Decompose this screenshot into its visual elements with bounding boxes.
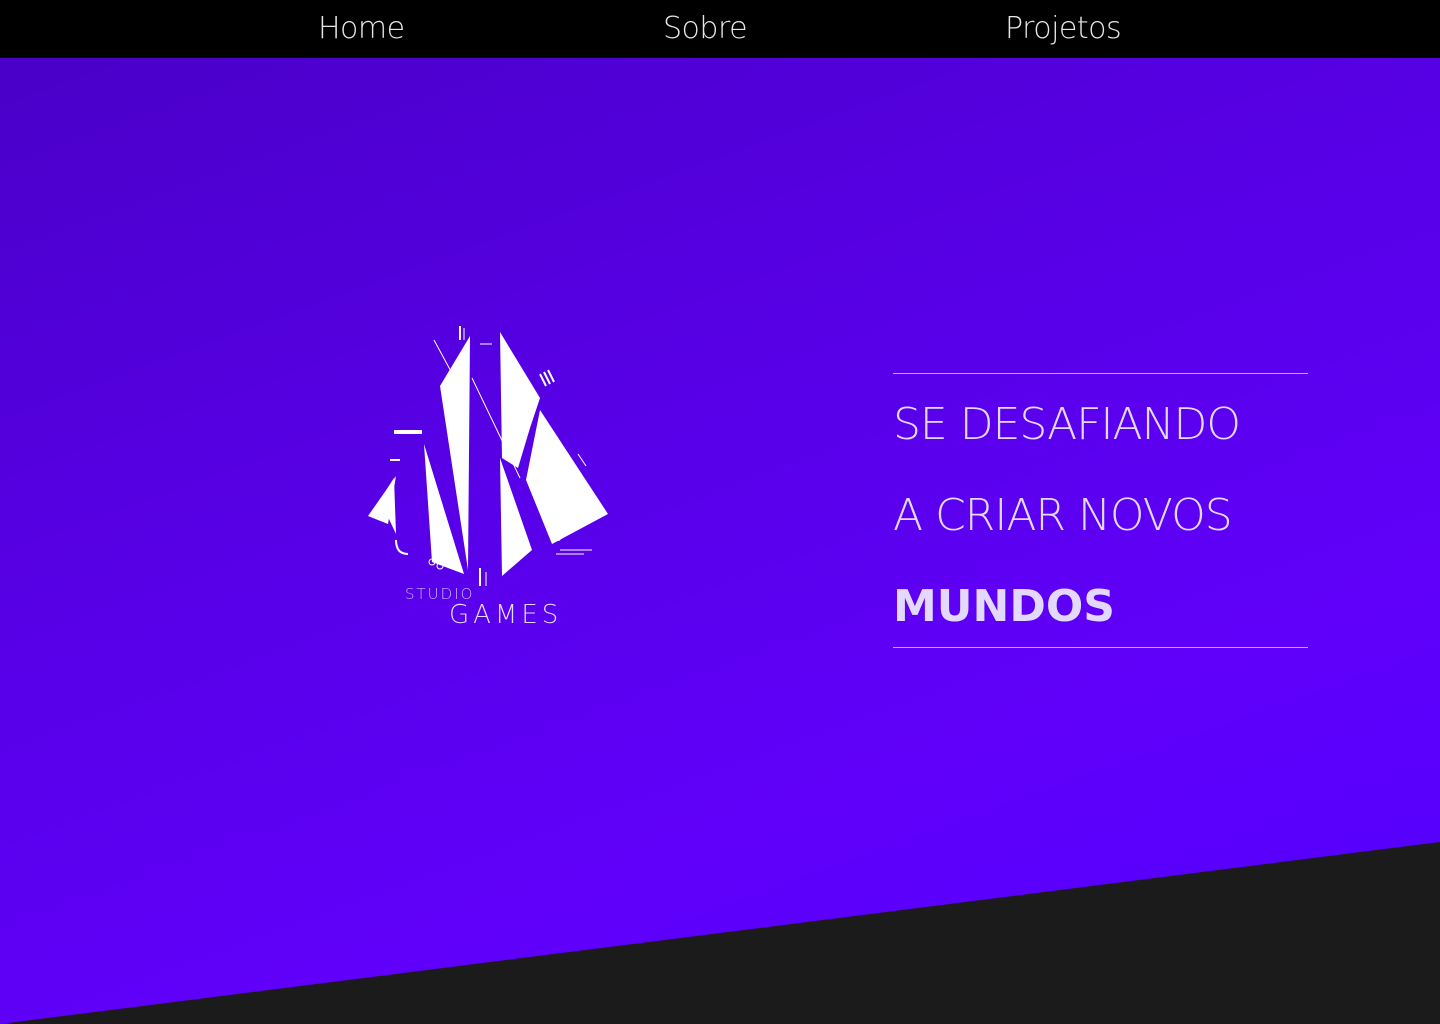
top-navigation: Home Sobre Projetos	[0, 0, 1440, 58]
hero-tagline: SE DESAFIANDO A CRIAR NOVOS MUNDOS	[893, 373, 1308, 648]
page: Home Sobre Projetos STUDIO GAMES SE DESA…	[0, 0, 1440, 1024]
tagline-top-rule	[893, 373, 1308, 374]
nav-link-projetos[interactable]: Projetos	[1005, 10, 1122, 48]
tagline-line-1: SE DESAFIANDO	[893, 399, 1241, 450]
nav-link-home[interactable]: Home	[318, 10, 405, 48]
tagline-bottom-rule	[893, 647, 1308, 648]
tagline-line-2: A CRIAR NOVOS	[893, 490, 1233, 541]
studio-logo	[368, 326, 608, 586]
logo-games-text: GAMES	[449, 600, 563, 630]
tagline-line-3: MUNDOS	[893, 581, 1115, 632]
nav-link-sobre[interactable]: Sobre	[663, 10, 748, 48]
